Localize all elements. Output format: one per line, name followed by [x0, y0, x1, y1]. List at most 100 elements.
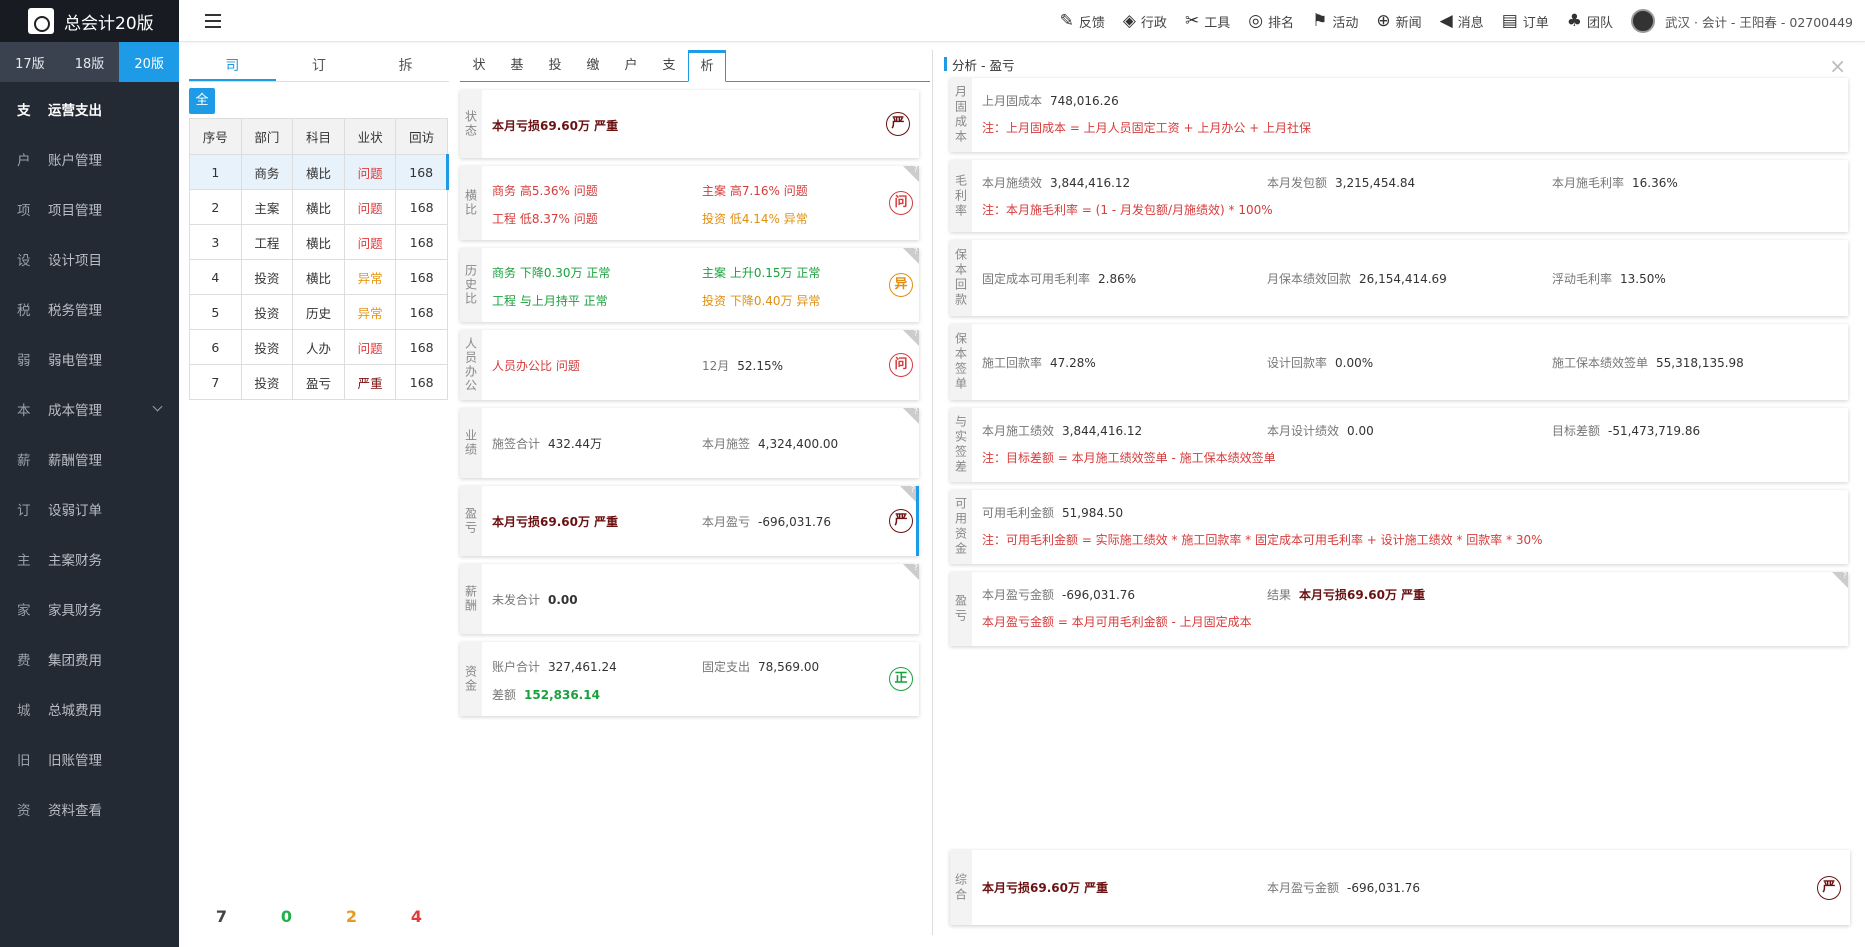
table-row[interactable]: 2 主案 横比 问题 168: [189, 189, 448, 225]
tab-invest[interactable]: 投: [536, 50, 574, 81]
nav-feedback[interactable]: ✎ 反馈: [1060, 11, 1105, 31]
card-performance[interactable]: 业绩 施签合计 432.44万 本月施签 4,324,400.00: [460, 407, 919, 478]
gross-key2: 本月发包额: [1267, 175, 1328, 190]
menu-char: 费: [17, 653, 31, 669]
nav-label: 消息: [1457, 15, 1484, 31]
nav-ranking[interactable]: ◎ 排名: [1248, 11, 1294, 31]
section-body: 本月盈亏金额 -696,031.76 结果 本月亏损69.60万 严重 本月盈亏金额 …: [972, 572, 1848, 646]
version-20-button[interactable]: 20版: [119, 42, 180, 82]
hamburger-menu-icon[interactable]: [205, 14, 221, 28]
table-row[interactable]: 5 投资 历史 异常 168: [189, 294, 448, 330]
table-header: 序号 部门 科目 业状 回访: [189, 118, 448, 155]
cell-status: 严重: [343, 364, 397, 400]
avail-val: 51,984.50: [1062, 505, 1124, 520]
sidebar-item-design-projects[interactable]: 设 设计项目: [0, 234, 179, 284]
version-18-button[interactable]: 18版: [59, 42, 120, 82]
tab-basic[interactable]: 基: [498, 50, 536, 81]
menu-label: 账户管理: [48, 153, 102, 169]
menu-char: 户: [17, 153, 31, 169]
help-icon[interactable]: [900, 485, 916, 502]
sidebar-item-group-expense[interactable]: 费 集团费用: [0, 634, 179, 684]
sidebar-item-city-expense[interactable]: 城 总城费用: [0, 684, 179, 734]
menu-label: 设弱订单: [48, 503, 102, 519]
hist-d: 投资 下降0.40万 异常: [702, 293, 821, 308]
summary-text: 本月亏损69.60万 严重: [982, 881, 1109, 895]
tab-split[interactable]: 拆: [362, 50, 449, 81]
section-profit-loss: 盈亏 本月盈亏金额 -696,031.76 结果 本月亏损69.60万 严重 本月盈亏…: [950, 571, 1848, 646]
tab-payment[interactable]: 缴: [574, 50, 612, 81]
cell-visit: 168: [395, 329, 448, 365]
card-funds[interactable]: 资金 账户合计 327,461.24 固定支出 78,569.00 差额 152,836…: [460, 642, 919, 716]
cell-dept: 商务: [240, 154, 294, 190]
sidebar-item-operating-expense[interactable]: 支 运营支出: [0, 84, 179, 134]
count-problem: 4: [410, 907, 423, 926]
section-body: 本月施工绩效 3,844,416.12 本月设计绩效 0.00 目标差额 -51,473,…: [972, 408, 1848, 482]
cell-dept: 工程: [240, 224, 294, 260]
sidebar-item-furniture-finance[interactable]: 家 家具财务: [0, 584, 179, 634]
fund-key2: 固定支出: [702, 659, 751, 674]
help-icon[interactable]: [903, 563, 919, 580]
nav-admin[interactable]: ◈ 行政: [1123, 11, 1167, 31]
card-staff-office[interactable]: 人员办公 人员办公比 问题 12月 52.15% 问: [460, 329, 919, 400]
sidebar-item-tax[interactable]: 税 税务管理: [0, 284, 179, 334]
sidebar-item-projects[interactable]: 项 项目管理: [0, 184, 179, 234]
cell-status: 问题: [343, 224, 397, 260]
tab-analysis[interactable]: 析: [688, 50, 726, 82]
sign-val2: 0.00%: [1335, 355, 1374, 370]
chevron-down-icon: [152, 401, 163, 412]
sidebar-item-main-finance[interactable]: 主 主案财务: [0, 534, 179, 584]
cell-dept: 投资: [240, 294, 294, 330]
sign-key1: 施工回款率: [982, 355, 1043, 370]
menu-label: 弱电管理: [48, 353, 102, 369]
card-history[interactable]: 历史比 商务 下降0.30万 正常 主案 上升0.15万 正常 工程 与上月持平 …: [460, 247, 919, 322]
status-text: 本月亏损69.60万 严重: [492, 118, 619, 133]
table-row[interactable]: 4 投资 横比 异常 168: [189, 259, 448, 295]
user-info[interactable]: 武汉 · 会计 - 王阳春 - 02700449: [1631, 9, 1853, 33]
nav-orders[interactable]: ▤ 订单: [1502, 11, 1549, 31]
sidebar-item-old-accounts[interactable]: 旧 旧账管理: [0, 734, 179, 784]
help-icon[interactable]: [1832, 571, 1848, 588]
section-label: 保本签单: [950, 324, 972, 400]
salary-key: 未发合计: [492, 592, 541, 607]
tab-account[interactable]: 户: [612, 50, 650, 81]
help-icon[interactable]: [903, 329, 919, 346]
card-status[interactable]: 状态 本月亏损69.60万 严重 严: [460, 90, 919, 158]
sidebar-item-cost[interactable]: 本 成本管理: [0, 384, 179, 434]
version-17-button[interactable]: 17版: [0, 42, 60, 82]
table-row[interactable]: 3 工程 横比 问题 168: [189, 224, 448, 260]
help-icon[interactable]: [903, 407, 919, 424]
nav-news[interactable]: ⊕ 新闻: [1376, 11, 1421, 31]
tab-expense[interactable]: 支: [650, 50, 688, 81]
brand[interactable]: 总会计20版: [0, 0, 179, 42]
cell-subject: 横比: [292, 224, 345, 260]
table-row[interactable]: 1 商务 横比 问题 168: [189, 154, 449, 190]
table-row[interactable]: 6 投资 人办 问题 168: [189, 329, 448, 365]
tab-orders[interactable]: 订: [276, 50, 363, 81]
close-icon[interactable]: ×: [1829, 54, 1846, 78]
problem-badge: 问: [889, 353, 913, 377]
nav-team[interactable]: ♣ 团队: [1567, 11, 1613, 31]
nav-activity[interactable]: ⚑ 活动: [1312, 11, 1358, 31]
tab-company[interactable]: 司: [189, 50, 276, 81]
sidebar-item-salary[interactable]: 薪 薪酬管理: [0, 434, 179, 484]
department-table: 序号 部门 科目 业状 回访 1 商务 横比 问题 168 2 主案 横比 问题 168 3 工程…: [189, 118, 449, 400]
help-icon[interactable]: [903, 165, 919, 182]
help-icon[interactable]: [903, 247, 919, 264]
protect-key2: 月保本绩效回款: [1267, 271, 1352, 286]
card-horizontal[interactable]: 横比 商务 高5.36% 问题 主案 高7.16% 问题 工程 低8.37% 问题…: [460, 165, 919, 240]
sidebar-item-orders[interactable]: 订 设弱订单: [0, 484, 179, 534]
all-filter-button[interactable]: 全: [189, 88, 215, 114]
card-label: 薪酬: [460, 564, 482, 634]
sidebar-item-low-voltage[interactable]: 弱 弱电管理: [0, 334, 179, 384]
table-row[interactable]: 7 投资 盈亏 严重 168: [189, 364, 448, 400]
sidebar-item-accounts[interactable]: 户 账户管理: [0, 134, 179, 184]
sidebar-item-documents[interactable]: 资 资料查看: [0, 784, 179, 834]
card-salary[interactable]: 薪酬 未发合计 0.00: [460, 563, 919, 634]
card-profit-loss[interactable]: 盈亏 本月亏损69.60万 严重 本月盈亏 -696,031.76 严: [460, 485, 919, 556]
nav-tools[interactable]: ✂ 工具: [1185, 11, 1230, 31]
staff-month: 12月: [702, 358, 730, 373]
nav-messages[interactable]: ◀ 消息: [1440, 11, 1484, 31]
card-label: 业绩: [460, 408, 482, 478]
cell-visit: 168: [395, 154, 449, 190]
tab-status[interactable]: 状: [460, 50, 498, 81]
